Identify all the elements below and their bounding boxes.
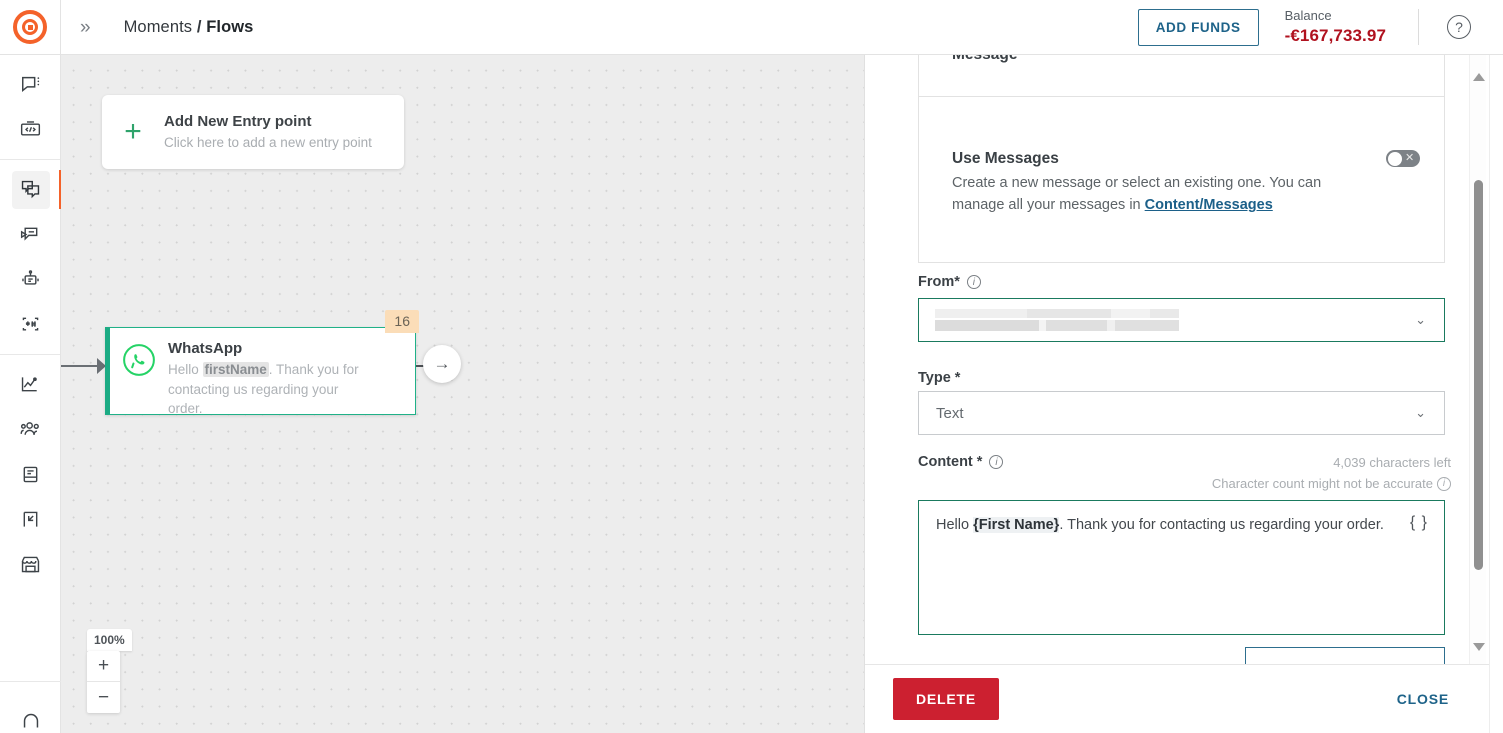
zoom-in-button[interactable]: +	[87, 651, 120, 682]
content-textarea[interactable]: Hello {First Name}. Thank you for contac…	[918, 500, 1445, 635]
plus-icon: +	[124, 115, 142, 148]
code-brackets-box-icon	[20, 121, 41, 136]
sidebar-item-people[interactable]	[0, 407, 61, 452]
characters-left-counter: 4,039 characters left	[1333, 455, 1451, 470]
chevron-down-icon: ⌄	[1415, 405, 1426, 420]
rail-group-3	[0, 355, 60, 594]
logo-cell[interactable]	[0, 0, 61, 55]
panel-scroll-area: Message ⌃ Use Messages Create a new mess…	[865, 55, 1475, 669]
notification-bell-icon[interactable]	[19, 709, 43, 733]
info-circle-icon[interactable]: i	[1437, 476, 1451, 491]
asterisk-hash-scan-icon	[22, 317, 39, 331]
sidebar-item-keywords[interactable]	[0, 302, 61, 347]
close-button[interactable]: CLOSE	[1397, 691, 1449, 707]
zoom-level-label: 100%	[87, 629, 132, 651]
from-field-label: From* i	[918, 274, 981, 290]
node-title: WhatsApp	[168, 340, 243, 357]
app-root: » Moments / Flows ADD FUNDS Balance -€16…	[0, 0, 1503, 733]
chat-bubble-menu-icon	[21, 76, 39, 92]
node-badge-count: 16	[385, 310, 419, 333]
panel-scrollbar[interactable]	[1469, 55, 1486, 669]
scroll-down-arrow-icon[interactable]	[1473, 643, 1485, 651]
delete-button[interactable]: DELETE	[893, 678, 1000, 720]
sidebar-item-analyze[interactable]	[0, 362, 61, 407]
use-messages-card: Use Messages Create a new message or sel…	[918, 96, 1445, 263]
scroll-up-arrow-icon[interactable]	[1473, 73, 1485, 81]
infobip-logo-icon	[13, 10, 47, 44]
sidebar-item-storefront[interactable]	[0, 542, 61, 587]
sidebar-item-exit-flow[interactable]	[0, 497, 61, 542]
sidebar-item-moments[interactable]	[0, 167, 62, 212]
content-placeholder-token: {First Name}	[973, 517, 1060, 533]
whatsapp-icon	[123, 344, 155, 376]
balance-box: Balance -€167,733.97	[1284, 7, 1386, 45]
flow-node-whatsapp[interactable]: 16 WhatsApp Hello firstName. Thank you f…	[105, 310, 419, 416]
type-select[interactable]: Text ⌄	[918, 391, 1445, 435]
add-entry-point-card[interactable]: + Add New Entry point Click here to add …	[102, 95, 404, 169]
chevron-down-icon: ⌄	[1415, 312, 1426, 327]
entry-point-subtitle: Click here to add a new entry point	[164, 135, 372, 151]
panel-footer: DELETE CLOSE	[865, 664, 1503, 733]
use-messages-title: Use Messages	[952, 150, 1059, 167]
left-nav-rail	[0, 55, 62, 733]
topbar-right-group: ADD FUNDS Balance -€167,733.97 ?	[1137, 0, 1503, 55]
type-select-value: Text	[936, 404, 964, 422]
question-mark-circle-icon[interactable]: ?	[1447, 15, 1471, 39]
paper-fold-send-icon	[20, 227, 38, 241]
toggle-knob	[1388, 151, 1402, 166]
book-icon	[23, 466, 38, 483]
breadcrumb-parent[interactable]: Moments	[124, 18, 193, 36]
add-next-step-button[interactable]: →	[423, 345, 461, 383]
from-select[interactable]: ⌄	[918, 298, 1445, 342]
node-description: Hello firstName. Thank you for contactin…	[168, 362, 359, 417]
topbar-divider	[1418, 9, 1419, 45]
curly-braces-icon[interactable]: { }	[1410, 514, 1428, 532]
storefront-icon	[21, 556, 40, 573]
breadcrumb: Moments / Flows	[124, 18, 254, 37]
zoom-out-button[interactable]: −	[87, 682, 120, 713]
chevron-double-right-icon[interactable]: »	[80, 18, 90, 37]
breadcrumb-current: Flows	[206, 17, 254, 36]
rail-group-2	[0, 160, 62, 355]
sidebar-item-developer-tools[interactable]	[0, 107, 61, 152]
content-textarea-text: Hello {First Name}. Thank you for contac…	[936, 517, 1384, 533]
from-value-redacted	[935, 309, 1179, 331]
use-messages-description: Create a new message or select an existi…	[952, 175, 1322, 214]
add-funds-button[interactable]: ADD FUNDS	[1137, 8, 1259, 46]
zoom-controls: + −	[87, 651, 120, 713]
type-field-label: Type *	[918, 370, 961, 386]
entry-point-title: Add New Entry point	[164, 112, 312, 130]
rail-group-1	[0, 55, 60, 160]
scrollbar-thumb[interactable]	[1474, 180, 1483, 570]
overlapping-chat-windows-icon	[21, 180, 40, 199]
balance-value: -€167,733.97	[1284, 25, 1386, 45]
node-settings-panel: Message ⌃ Use Messages Create a new mess…	[864, 55, 1503, 733]
top-bar: » Moments / Flows ADD FUNDS Balance -€16…	[0, 0, 1503, 55]
sidebar-item-answers-bot[interactable]	[0, 257, 61, 302]
content-messages-link[interactable]: Content/Messages	[1145, 197, 1273, 213]
use-messages-toggle[interactable]: ✕	[1386, 150, 1420, 167]
message-section-title: Message	[952, 55, 1017, 64]
rail-bottom-group	[0, 681, 61, 733]
flow-canvas[interactable]: + Add New Entry point Click here to add …	[61, 55, 864, 733]
exit-arrow-icon	[23, 511, 38, 527]
people-group-icon	[20, 422, 39, 435]
robot-icon	[22, 270, 39, 285]
sidebar-item-conversations[interactable]	[0, 62, 61, 107]
outer-scroll-gutter	[1489, 55, 1503, 733]
toggle-off-icon: ✕	[1405, 152, 1415, 164]
info-circle-icon[interactable]: i	[966, 275, 981, 289]
character-count-note: Character count might not be accurate i	[1212, 476, 1451, 491]
content-field-label: Content * i	[918, 454, 1004, 470]
chevron-up-icon[interactable]: ⌃	[1405, 55, 1418, 60]
balance-label: Balance	[1284, 7, 1332, 23]
line-chart-icon	[21, 377, 37, 392]
sidebar-item-broadcasts[interactable]	[0, 212, 61, 257]
info-circle-icon[interactable]: i	[989, 455, 1004, 469]
sidebar-item-content[interactable]	[0, 452, 61, 497]
breadcrumb-separator: /	[196, 17, 202, 36]
node-placeholder-token: firstName	[202, 362, 269, 377]
